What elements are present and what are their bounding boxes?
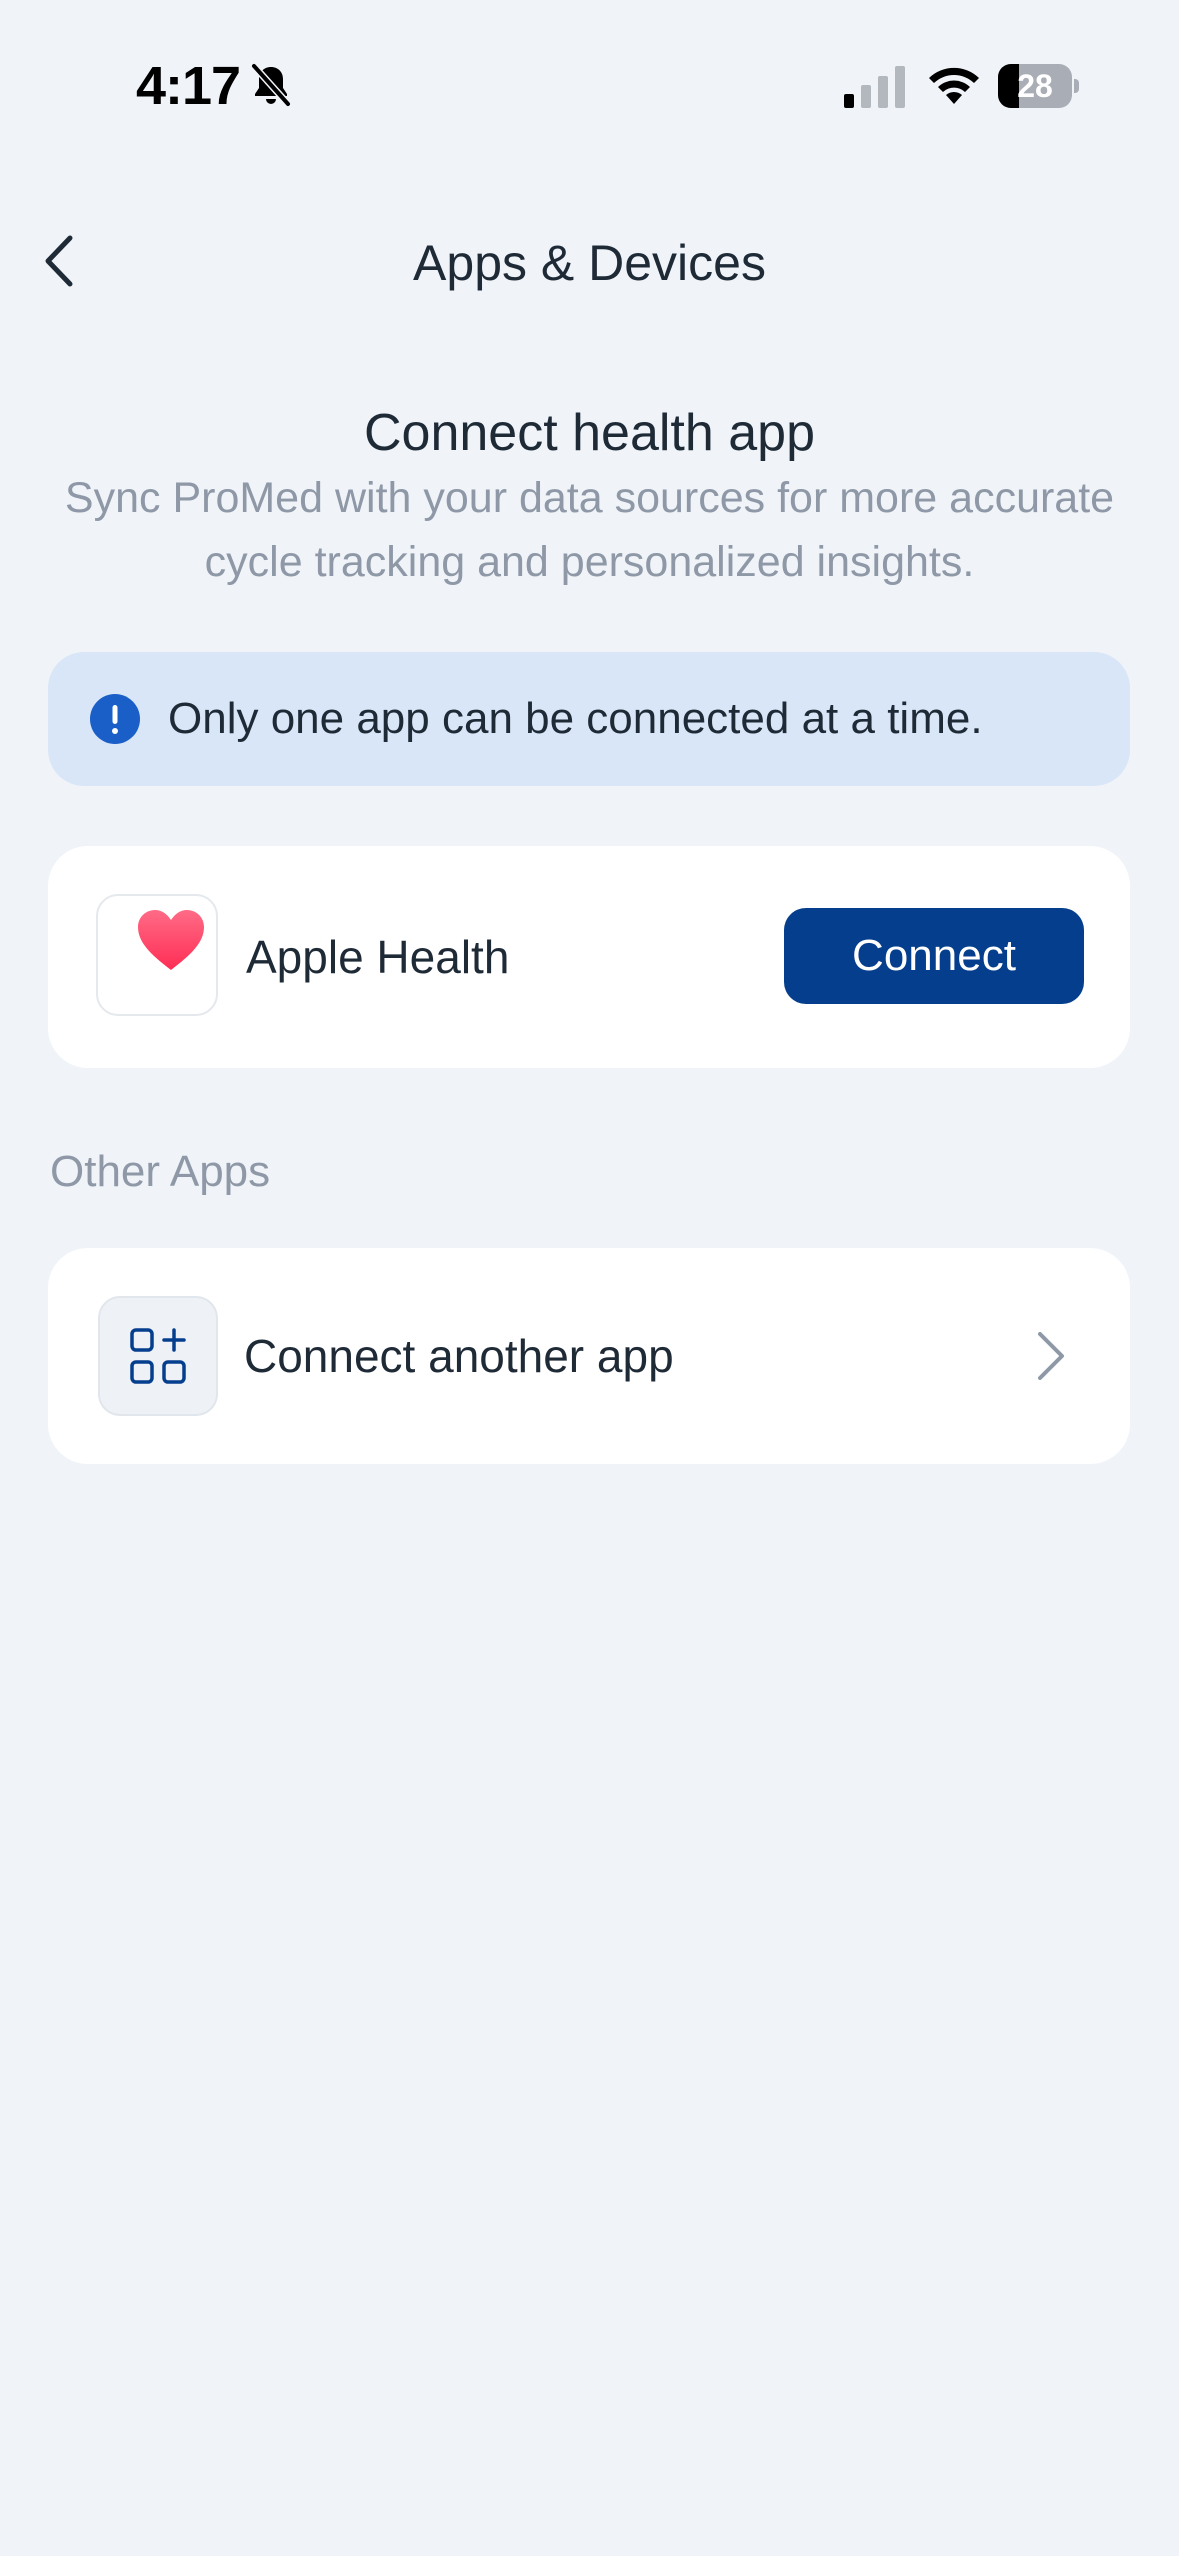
exclamation-circle-icon [90,694,140,744]
apple-health-card: Apple Health Connect [48,846,1130,1068]
connect-another-app-item[interactable]: Connect another app [48,1248,1130,1464]
other-apps-label: Other Apps [50,1147,271,1196]
connect-another-app-label: Connect another app [244,1330,674,1382]
battery-icon: 28 [998,64,1079,108]
info-banner: Only one app can be connected at a time. [48,652,1130,786]
page-title: Apps & Devices [413,235,766,291]
apps-add-icon [130,1328,186,1384]
cellular-signal-icon [844,66,905,108]
connect-button[interactable]: Connect [784,908,1084,1004]
bell-slash-icon [250,62,292,108]
wifi-icon [929,67,979,104]
section-heading: Connect health app [363,404,815,462]
info-banner-text: Only one app can be connected at a time. [168,694,983,743]
status-bar: 4:17 28 [0,0,1179,170]
app-name: Apple Health [246,931,510,983]
section-description: Sync ProMed with your data sources for m… [64,474,1115,586]
apple-health-app-icon [96,894,218,1016]
heart-icon [138,910,204,970]
chevron-right-icon [1038,1332,1064,1380]
status-time: 4:17 [136,56,241,116]
apps-add-icon-box [98,1296,218,1416]
battery-level: 28 [1017,68,1053,104]
